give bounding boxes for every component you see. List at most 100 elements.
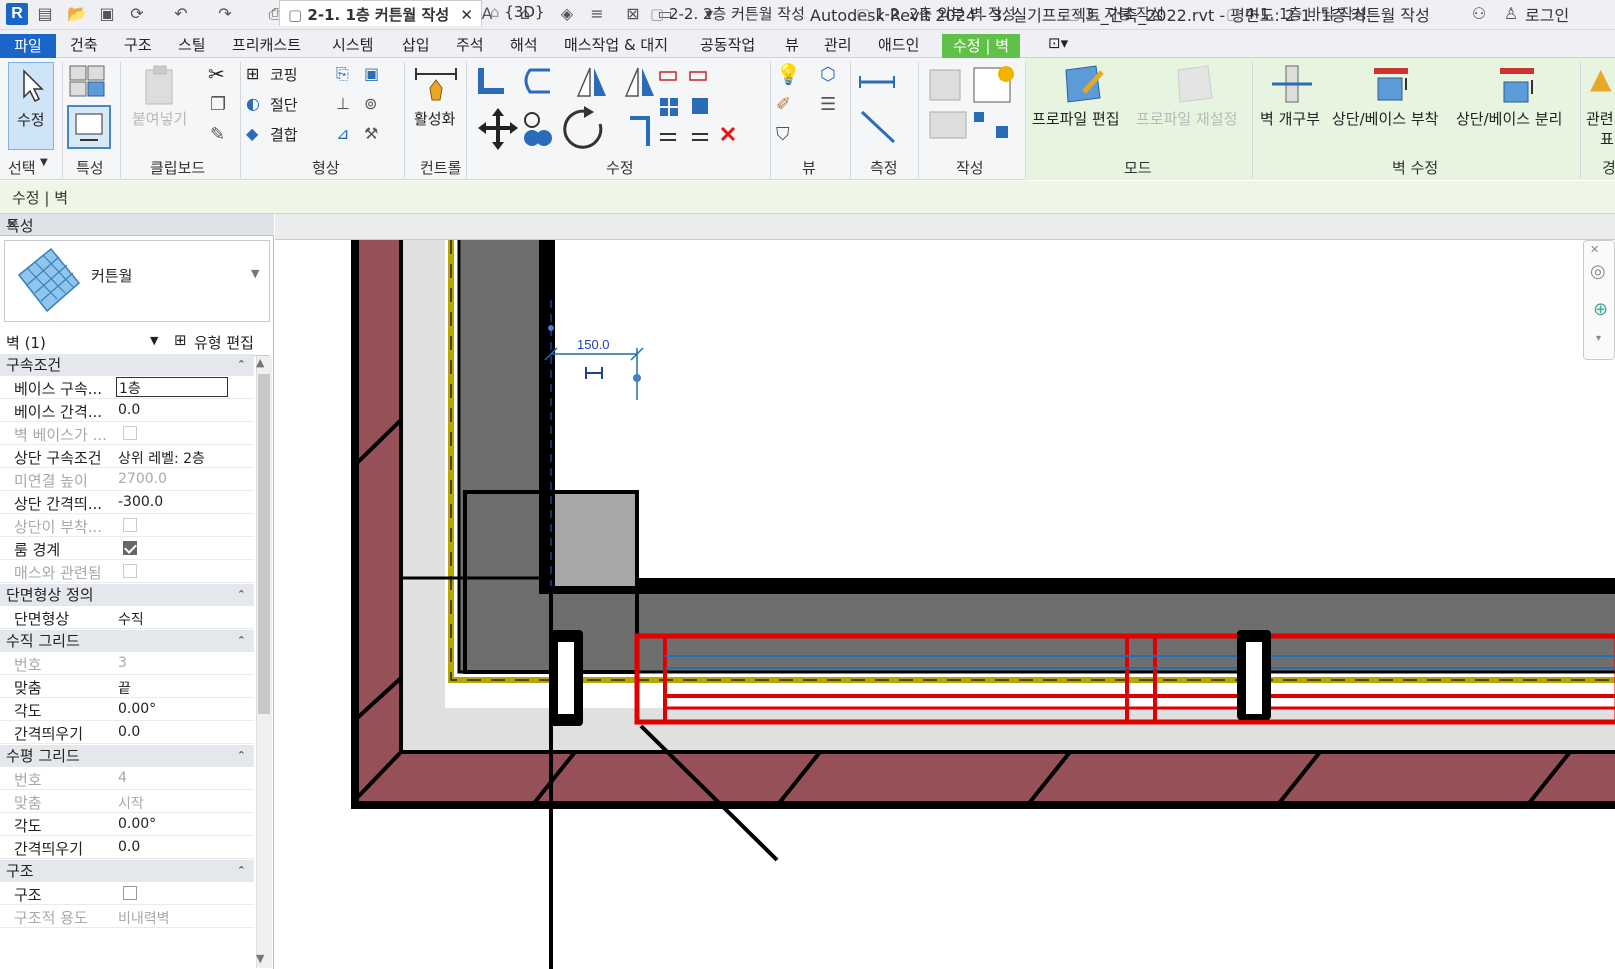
properties-types-icon[interactable] bbox=[66, 62, 112, 102]
close-tab-icon[interactable]: ✕ bbox=[460, 6, 473, 24]
linework-view-icon[interactable]: ☰ bbox=[820, 94, 836, 115]
structural-checkbox[interactable] bbox=[123, 886, 137, 900]
create-tools-icons[interactable] bbox=[924, 64, 1024, 150]
row-structural[interactable]: 구조 bbox=[0, 882, 254, 905]
ribbon-options-icon[interactable]: ⊡▾ bbox=[1048, 34, 1068, 52]
override-graphics-icon[interactable]: ✐ bbox=[776, 94, 791, 115]
redo-icon[interactable]: ↷ bbox=[214, 3, 236, 25]
section-vertical-grid[interactable]: 수직 그리드 ⌃ bbox=[0, 630, 254, 652]
tab-precast[interactable]: 프리캐스트 bbox=[232, 34, 301, 55]
tab-manage[interactable]: 관리 bbox=[824, 34, 852, 55]
bulb-icon[interactable]: 💡 bbox=[776, 62, 801, 86]
floor-plan-drawing[interactable]: 150.0 bbox=[275, 240, 1615, 969]
section-profile[interactable]: 단면형상 정의 ⌃ bbox=[0, 584, 254, 606]
sync-icon[interactable]: ⟳ bbox=[126, 3, 148, 25]
wall-opening-icon[interactable] bbox=[1270, 64, 1316, 104]
tab-analyze[interactable]: 해석 bbox=[510, 34, 538, 55]
tab-view[interactable]: 뷰 bbox=[785, 34, 799, 55]
tab-steel[interactable]: 스틸 bbox=[178, 34, 206, 55]
paint-icon[interactable]: ▣ bbox=[364, 64, 379, 83]
tab-insert[interactable]: 삽입 bbox=[402, 34, 430, 55]
activate-button[interactable]: 활성화 bbox=[414, 108, 455, 129]
match-properties-icon[interactable]: ✎ bbox=[210, 124, 225, 145]
zoom-icon[interactable]: ⊕ bbox=[1593, 299, 1608, 320]
row-profile[interactable]: 단면형상 수직 bbox=[0, 606, 254, 629]
save-icon[interactable]: ▣ bbox=[96, 3, 118, 25]
section-structure[interactable]: 구조 ⌃ bbox=[0, 860, 254, 882]
activate-dimensions-icon[interactable] bbox=[412, 64, 460, 104]
edit-type-button[interactable]: 유형 편집 bbox=[194, 332, 254, 353]
close-hidden-icon[interactable]: ⊠ bbox=[622, 3, 644, 25]
demolish-icon[interactable]: ⊚ bbox=[364, 94, 377, 113]
cut-geometry-icon[interactable]: ◐ bbox=[246, 94, 260, 113]
split-face-icon[interactable]: ⎘ bbox=[336, 64, 349, 84]
cope-button[interactable]: 코핑 bbox=[270, 64, 298, 85]
select-dropdown-icon[interactable]: ▼ bbox=[40, 157, 48, 168]
row-top-constraint[interactable]: 상단 구속조건 상위 레벨: 2층 bbox=[0, 445, 254, 468]
properties-scroll-thumb[interactable] bbox=[258, 374, 270, 714]
tab-structure[interactable]: 구조 bbox=[124, 34, 152, 55]
cope-icon[interactable]: ⊞ bbox=[246, 64, 259, 83]
close-icon[interactable]: ✕ bbox=[6, 215, 19, 233]
scroll-down-icon[interactable]: ▼ bbox=[256, 952, 264, 965]
view-tab-2f-curtain[interactable]: ▢ 2-2. 2층 커튼월 작성 bbox=[650, 3, 805, 24]
row-hgrid-offset[interactable]: 간격띄우기 0.0 bbox=[0, 836, 254, 859]
edit-profile-icon[interactable] bbox=[1056, 62, 1108, 110]
type-dropdown-icon[interactable]: ▼ bbox=[251, 267, 259, 280]
attach-top-base-icon[interactable] bbox=[1370, 64, 1416, 104]
type-selector[interactable]: 커튼월 ▼ bbox=[4, 240, 270, 322]
tab-massing[interactable]: 매스작업 & 대지 bbox=[564, 34, 668, 55]
revit-logo-icon[interactable]: R bbox=[6, 3, 28, 25]
attach-top-base-button[interactable]: 상단/베이스 부착 bbox=[1332, 108, 1438, 129]
view-tab-2f-exterior[interactable]: ▢ 1-2. 2층 외부 벽 작성 bbox=[856, 3, 1016, 24]
edit-profile-button[interactable]: 프로파일 편집 bbox=[1032, 108, 1120, 129]
row-base-offset[interactable]: 베이스 간격... 0.0 bbox=[0, 399, 254, 422]
properties-palette-icon[interactable] bbox=[66, 104, 112, 150]
row-vgrid-angle[interactable]: 각도 0.00° bbox=[0, 698, 254, 721]
view-tab-roof[interactable]: ▢ 3. 지붕 작성 bbox=[1066, 3, 1164, 24]
temp-dimension-value[interactable]: 150.0 bbox=[577, 337, 610, 352]
view-cube-icon[interactable]: ⬡ bbox=[820, 64, 836, 85]
join-button[interactable]: 결합 bbox=[270, 124, 298, 145]
warning-icon[interactable]: ▲ bbox=[1590, 62, 1612, 95]
scroll-up-icon[interactable]: ▲ bbox=[256, 356, 264, 369]
filter-dropdown-icon[interactable]: ▼ bbox=[150, 334, 158, 347]
cut-geometry-button[interactable]: 절단 bbox=[270, 94, 298, 115]
room-bounding-checkbox[interactable] bbox=[123, 541, 137, 555]
row-room-bounding[interactable]: 룸 경계 bbox=[0, 537, 254, 560]
row-base-constraint[interactable]: 베이스 구속... 1층 bbox=[0, 376, 254, 399]
section-constraints[interactable]: 구속조건 ⌃ bbox=[0, 354, 254, 376]
related-button[interactable]: 관련 bbox=[1586, 108, 1614, 129]
detach-top-base-icon[interactable] bbox=[1496, 64, 1542, 104]
hammer-icon[interactable]: ⚒ bbox=[364, 124, 378, 143]
instance-filter[interactable]: 벽 (1) ▼ ⊞ 유형 편집 bbox=[0, 330, 270, 356]
thin-lines-icon[interactable]: ≡ bbox=[586, 3, 608, 25]
binoculars-icon[interactable]: ⚇ bbox=[1468, 3, 1490, 25]
login-link[interactable]: 로그인 bbox=[1525, 2, 1569, 26]
close-navbar-icon[interactable]: ✕ bbox=[1590, 243, 1599, 256]
drawing-canvas[interactable]: 150.0 bbox=[275, 240, 1615, 969]
tab-annotate[interactable]: 주석 bbox=[456, 34, 484, 55]
tab-collaborate[interactable]: 공동작업 bbox=[700, 34, 755, 55]
copy-icon[interactable]: ❐ bbox=[210, 94, 226, 115]
panel-select[interactable]: 선택 bbox=[8, 157, 36, 178]
tab-modify-wall[interactable]: 수정 | 벽 bbox=[942, 34, 1020, 58]
row-hgrid-angle[interactable]: 각도 0.00° bbox=[0, 813, 254, 836]
navbar-dropdown-icon[interactable]: ▾ bbox=[1596, 333, 1601, 344]
join-icon[interactable]: ◆ bbox=[246, 124, 258, 143]
base-constraint-field[interactable]: 1층 bbox=[116, 377, 228, 397]
row-top-offset[interactable]: 상단 간격띄... -300.0 bbox=[0, 491, 254, 514]
undo-icon[interactable]: ↶ bbox=[170, 3, 192, 25]
tab-file[interactable]: 파일 bbox=[0, 34, 56, 58]
tab-systems[interactable]: 시스템 bbox=[332, 34, 373, 55]
cut-scissors-icon[interactable]: ✂ bbox=[208, 62, 225, 86]
wall-opening-button[interactable]: 벽 개구부 bbox=[1260, 108, 1320, 129]
wall-joins-icon[interactable]: ⊥ bbox=[336, 94, 350, 113]
user-icon[interactable]: ♙ bbox=[1500, 3, 1522, 25]
section-horizontal-grid[interactable]: 수평 그리드 ⌃ bbox=[0, 745, 254, 767]
home-icon[interactable]: ▤ bbox=[34, 3, 56, 25]
tab-addins[interactable]: 애드인 bbox=[878, 34, 919, 55]
open-icon[interactable]: 📂 bbox=[66, 3, 88, 25]
tab-architecture[interactable]: 건축 bbox=[70, 34, 98, 55]
row-vgrid-offset[interactable]: 간격띄우기 0.0 bbox=[0, 721, 254, 744]
